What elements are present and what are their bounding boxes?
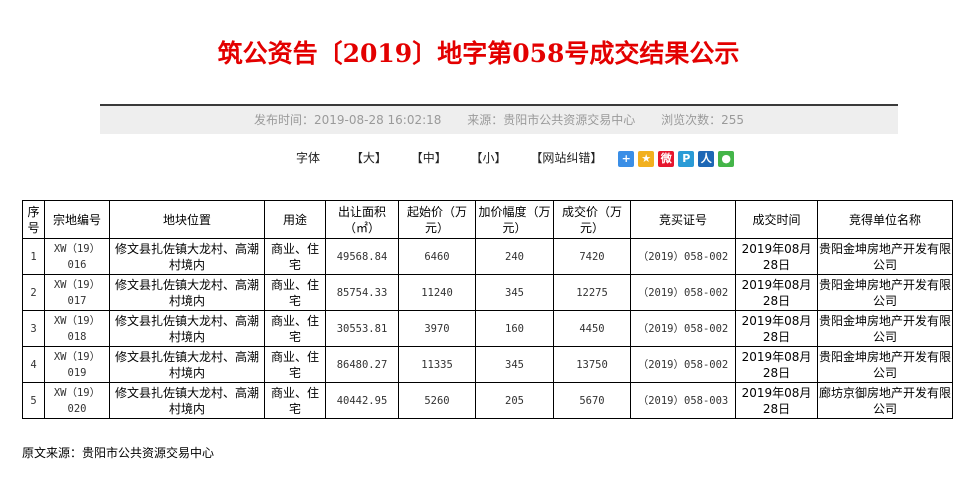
view-count: 浏览次数：255 (661, 113, 745, 127)
cell-bid-cert: （2019）058-003 (630, 382, 736, 419)
cell-deal-time: 2019年08月28日 (735, 346, 818, 383)
transaction-results-table: 序号 宗地编号 地块位置 用途 出让面积（㎡） 起始价（万元） 加价幅度（万元）… (22, 200, 953, 419)
cell-winner: 贵阳金坤房地产开发有限公司 (817, 238, 953, 275)
cell-area: 85754.33 (325, 274, 399, 311)
cell-usage: 商业、住宅 (264, 274, 326, 311)
cell-deal-price: 5670 (553, 382, 631, 419)
table-header-row: 序号 宗地编号 地块位置 用途 出让面积（㎡） 起始价（万元） 加价幅度（万元）… (22, 200, 953, 239)
cell-deal-price: 7420 (553, 238, 631, 275)
cell-increment: 160 (475, 310, 554, 347)
cell-bid-cert: （2019）058-002 (630, 346, 736, 383)
cell-deal-time: 2019年08月28日 (735, 238, 818, 275)
cell-location: 修文县扎佐镇大龙村、高潮村境内 (109, 274, 265, 311)
weibo-icon[interactable]: 微 (658, 151, 675, 167)
cell-usage: 商业、住宅 (264, 346, 326, 383)
cell-location: 修文县扎佐镇大龙村、高潮村境内 (109, 346, 265, 383)
cell-parcel-id: XW（19）016 (44, 238, 110, 275)
font-small-link[interactable]: 【小】 (471, 149, 507, 167)
cell-area: 30553.81 (325, 310, 399, 347)
publish-time: 发布时间：2019-08-28 16:02:18 (253, 113, 442, 127)
cell-parcel-id: XW（19）018 (44, 310, 110, 347)
col-header-usage: 用途 (264, 200, 326, 239)
col-header-bid-cert: 竞买证号 (630, 200, 736, 239)
cell-winner: 贵阳金坤房地产开发有限公司 (817, 310, 953, 347)
renren-icon[interactable]: 人 (698, 151, 715, 167)
cell-start-price: 11335 (398, 346, 476, 383)
tencent-weibo-icon[interactable]: P (678, 151, 695, 167)
cell-winner: 贵阳金坤房地产开发有限公司 (817, 346, 953, 383)
col-header-index: 序号 (22, 200, 45, 239)
cell-area: 40442.95 (325, 382, 399, 419)
cell-index: 3 (22, 310, 45, 347)
cell-area: 49568.84 (325, 238, 399, 275)
wechat-icon[interactable]: ● (718, 151, 735, 167)
table-row: 2 XW（19）017 修文县扎佐镇大龙村、高潮村境内 商业、住宅 85754.… (22, 274, 953, 311)
cell-deal-time: 2019年08月28日 (735, 274, 818, 311)
cell-usage: 商业、住宅 (264, 310, 326, 347)
col-header-location: 地块位置 (109, 200, 265, 239)
cell-deal-price: 12275 (553, 274, 631, 311)
cell-deal-price: 4450 (553, 310, 631, 347)
cell-bid-cert: （2019）058-002 (630, 310, 736, 347)
table-row: 3 XW（19）018 修文县扎佐镇大龙村、高潮村境内 商业、住宅 30553.… (22, 310, 953, 347)
cell-winner: 廊坊京御房地产开发有限公司 (817, 382, 953, 419)
col-header-increment: 加价幅度（万元） (475, 200, 554, 239)
cell-start-price: 11240 (398, 274, 476, 311)
cell-index: 5 (22, 382, 45, 419)
share-bar: + ★ 微 P 人 ● (618, 150, 738, 168)
cell-start-price: 6460 (398, 238, 476, 275)
share-more-icon[interactable]: + (618, 151, 635, 167)
cell-bid-cert: （2019）058-002 (630, 238, 736, 275)
col-header-deal-time: 成交时间 (735, 200, 818, 239)
cell-increment: 240 (475, 238, 554, 275)
cell-increment: 345 (475, 346, 554, 383)
cell-location: 修文县扎佐镇大龙村、高潮村境内 (109, 238, 265, 275)
font-medium-link[interactable]: 【中】 (411, 149, 447, 167)
report-error-link[interactable]: 【网站纠错】 (530, 149, 602, 167)
cell-bid-cert: （2019）058-002 (630, 274, 736, 311)
qzone-icon[interactable]: ★ (638, 151, 655, 167)
col-header-winner: 竞得单位名称 (817, 200, 953, 239)
col-header-parcel-id: 宗地编号 (44, 200, 110, 239)
cell-deal-time: 2019年08月28日 (735, 382, 818, 419)
page-title: 筑公资告〔2019〕地字第058号成交结果公示 (217, 39, 740, 68)
cell-parcel-id: XW（19）020 (44, 382, 110, 419)
cell-parcel-id: XW（19）019 (44, 346, 110, 383)
cell-index: 2 (22, 274, 45, 311)
col-header-start-price: 起始价（万元） (398, 200, 476, 239)
col-header-area: 出让面积（㎡） (325, 200, 399, 239)
cell-index: 4 (22, 346, 45, 383)
cell-parcel-id: XW（19）017 (44, 274, 110, 311)
table-row: 4 XW（19）019 修文县扎佐镇大龙村、高潮村境内 商业、住宅 86480.… (22, 346, 953, 383)
cell-index: 1 (22, 238, 45, 275)
font-large-link[interactable]: 【大】 (351, 149, 387, 167)
font-size-label: 字体 (296, 151, 321, 165)
table-row: 1 XW（19）016 修文县扎佐镇大龙村、高潮村境内 商业、住宅 49568.… (22, 238, 953, 275)
cell-usage: 商业、住宅 (264, 382, 326, 419)
cell-start-price: 3970 (398, 310, 476, 347)
cell-winner: 贵阳金坤房地产开发有限公司 (817, 274, 953, 311)
col-header-deal-price: 成交价（万元） (553, 200, 631, 239)
cell-deal-time: 2019年08月28日 (735, 310, 818, 347)
cell-location: 修文县扎佐镇大龙村、高潮村境内 (109, 310, 265, 347)
cell-increment: 205 (475, 382, 554, 419)
cell-start-price: 5260 (398, 382, 476, 419)
source-text: 来源：贵阳市公共资源交易中心 (467, 113, 636, 127)
font-toolbar: 字体 【大】 【中】 【小】 【网站纠错】 + ★ 微 P 人 ● (296, 149, 738, 169)
cell-deal-price: 13750 (553, 346, 631, 383)
cell-location: 修文县扎佐镇大龙村、高潮村境内 (109, 382, 265, 419)
cell-area: 86480.27 (325, 346, 399, 383)
table-row: 5 XW（19）020 修文县扎佐镇大龙村、高潮村境内 商业、住宅 40442.… (22, 382, 953, 419)
article-meta-bar: 发布时间：2019-08-28 16:02:18 来源：贵阳市公共资源交易中心 … (100, 104, 898, 134)
footer-source: 原文来源：贵阳市公共资源交易中心 (22, 446, 215, 460)
cell-increment: 345 (475, 274, 554, 311)
cell-usage: 商业、住宅 (264, 238, 326, 275)
